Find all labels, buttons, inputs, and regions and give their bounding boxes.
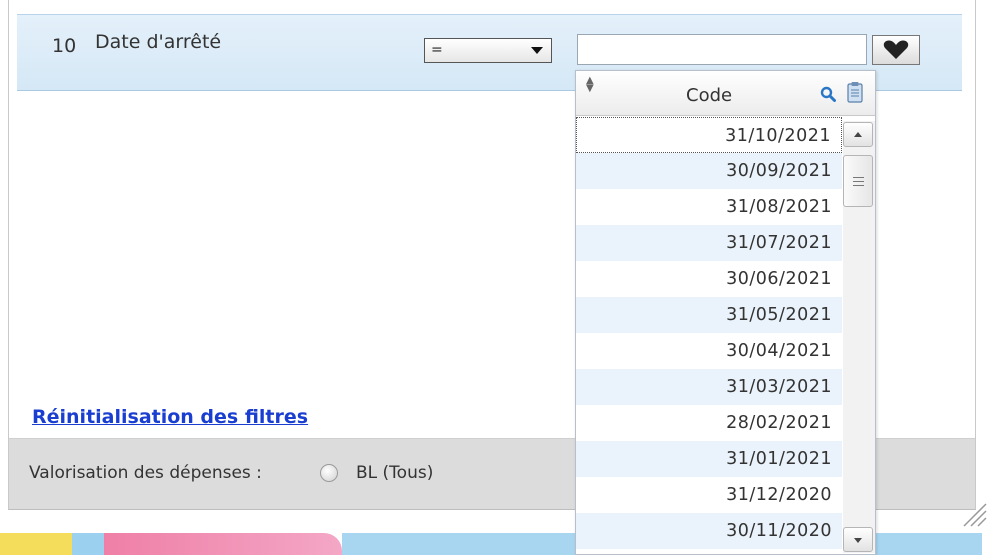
search-icon[interactable]: [820, 86, 836, 102]
arrow-down-icon: [854, 538, 862, 543]
resize-grip-icon[interactable]: [958, 498, 988, 528]
list-item[interactable]: 31/12/2020: [576, 477, 842, 513]
clipboard-icon[interactable]: [847, 81, 863, 103]
favorite-button[interactable]: [872, 35, 920, 65]
bl-radio[interactable]: [320, 464, 338, 482]
row-number: 10: [52, 35, 77, 57]
decor-strip-pink: [104, 533, 342, 555]
filter-label: Date d'arrêté: [95, 31, 222, 53]
list-item[interactable]: 30/09/2021: [576, 153, 842, 189]
decor-strip-blue: [72, 533, 104, 555]
column-header-code[interactable]: Code: [686, 85, 732, 106]
list-item[interactable]: 31/03/2021: [576, 369, 842, 405]
dropdown-scrollbar[interactable]: [843, 121, 875, 553]
list-item[interactable]: 30/04/2021: [576, 333, 842, 369]
list-item[interactable]: 31/05/2021: [576, 297, 842, 333]
scrollbar-thumb[interactable]: [843, 155, 873, 207]
sort-icon[interactable]: ▲ ▼: [586, 76, 594, 94]
date-dropdown: ▲ ▼ Code 31/10/2021 30/09/2021 31/08/2021…: [575, 70, 876, 555]
list-item[interactable]: 30/06/2021: [576, 261, 842, 297]
list-item[interactable]: 31/08/2021: [576, 189, 842, 225]
bl-radio-label: BL (Tous): [356, 463, 434, 483]
list-item[interactable]: 31/01/2021: [576, 441, 842, 477]
arrow-up-icon: [854, 132, 862, 137]
list-item[interactable]: 31/10/2021: [576, 117, 842, 153]
dropdown-header: ▲ ▼ Code: [576, 71, 875, 116]
date-value-input[interactable]: [577, 34, 867, 65]
reset-filters-link[interactable]: Réinitialisation des filtres: [32, 406, 308, 428]
expense-valuation-label: Valorisation des dépenses :: [29, 463, 262, 483]
operator-value: =: [431, 42, 443, 58]
decor-strip-yellow: [0, 533, 72, 555]
list-item[interactable]: 30/11/2020: [576, 513, 842, 549]
date-list: 31/10/2021 30/09/2021 31/08/2021 31/07/2…: [576, 117, 842, 549]
list-item[interactable]: 31/07/2021: [576, 225, 842, 261]
scroll-down-button[interactable]: [843, 527, 873, 552]
chevron-down-icon: [531, 47, 543, 54]
heart-icon: [883, 40, 909, 59]
scroll-up-button[interactable]: [843, 122, 873, 147]
operator-select[interactable]: =: [424, 38, 552, 63]
list-item[interactable]: 28/02/2021: [576, 405, 842, 441]
